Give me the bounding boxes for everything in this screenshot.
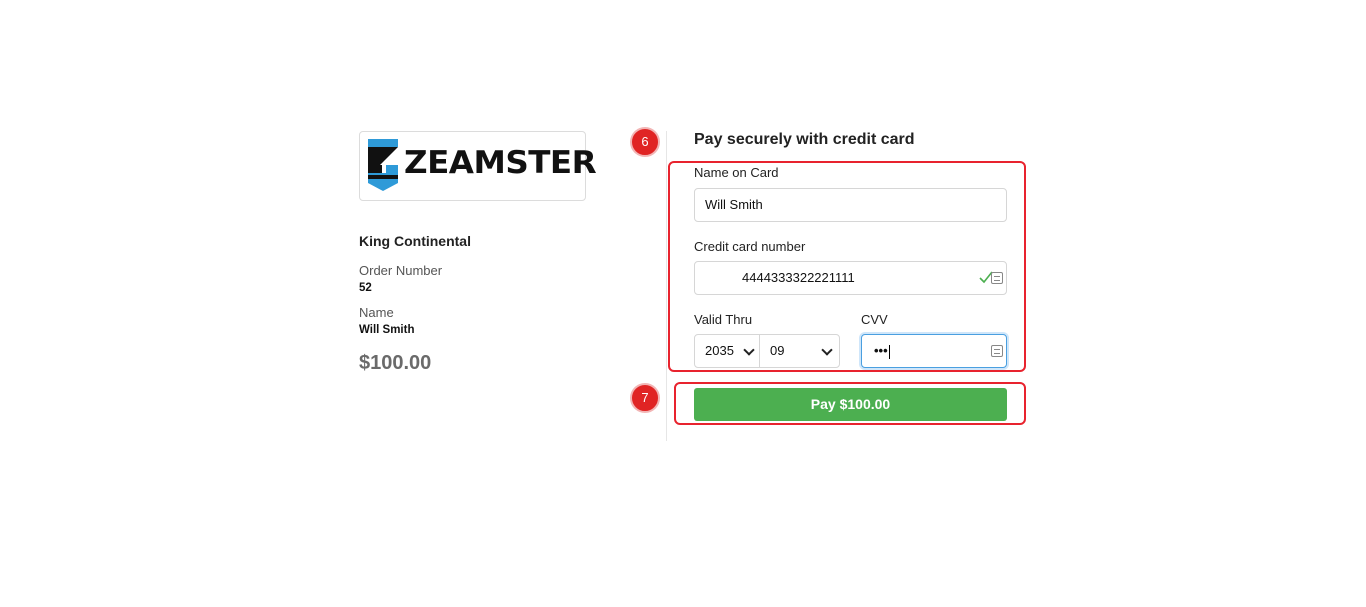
zeamster-logo-icon — [368, 139, 398, 191]
valid-thru-label: Valid Thru — [694, 312, 753, 327]
cvv-label: CVV — [861, 312, 888, 327]
order-number-value: 52 — [359, 282, 372, 294]
payment-form-title: Pay securely with credit card — [694, 131, 915, 148]
card-number-input[interactable]: 4444333322221111 — [694, 261, 1007, 295]
text-caret — [888, 344, 890, 359]
cvv-input[interactable]: ••• — [861, 334, 1007, 368]
expiry-month-value: 09 — [770, 343, 785, 358]
card-number-label: Credit card number — [694, 239, 806, 254]
card-number-value: 4444333322221111 — [742, 270, 855, 285]
step-badge-pay: 7 — [630, 383, 660, 413]
order-number-label: Order Number — [359, 263, 443, 278]
customer-name-value: Will Smith — [359, 324, 415, 336]
column-divider — [666, 131, 667, 441]
chevron-down-icon — [821, 344, 833, 356]
customer-name-label: Name — [359, 305, 394, 320]
name-on-card-label: Name on Card — [694, 165, 779, 180]
pay-button[interactable]: Pay $100.00 — [694, 388, 1007, 421]
name-on-card-input[interactable]: Will Smith — [694, 188, 1007, 222]
cvv-value: ••• — [874, 343, 888, 358]
order-amount: $100.00 — [359, 352, 432, 374]
expiry-select-group: 2035 09 — [694, 334, 840, 368]
expiry-year-value: 2035 — [705, 343, 734, 358]
expiry-year-select[interactable]: 2035 — [695, 335, 760, 367]
autofill-card-icon[interactable] — [991, 345, 1003, 357]
expiry-month-select[interactable]: 09 — [760, 335, 839, 367]
merchant-name: King Continental — [359, 233, 471, 249]
step-badge-form: 6 — [630, 127, 660, 157]
merchant-logo: ZEAMSTER — [359, 131, 597, 201]
logo-wordmark: ZEAMSTER — [404, 145, 597, 181]
autofill-card-icon[interactable] — [991, 272, 1003, 284]
chevron-down-icon — [743, 344, 755, 356]
